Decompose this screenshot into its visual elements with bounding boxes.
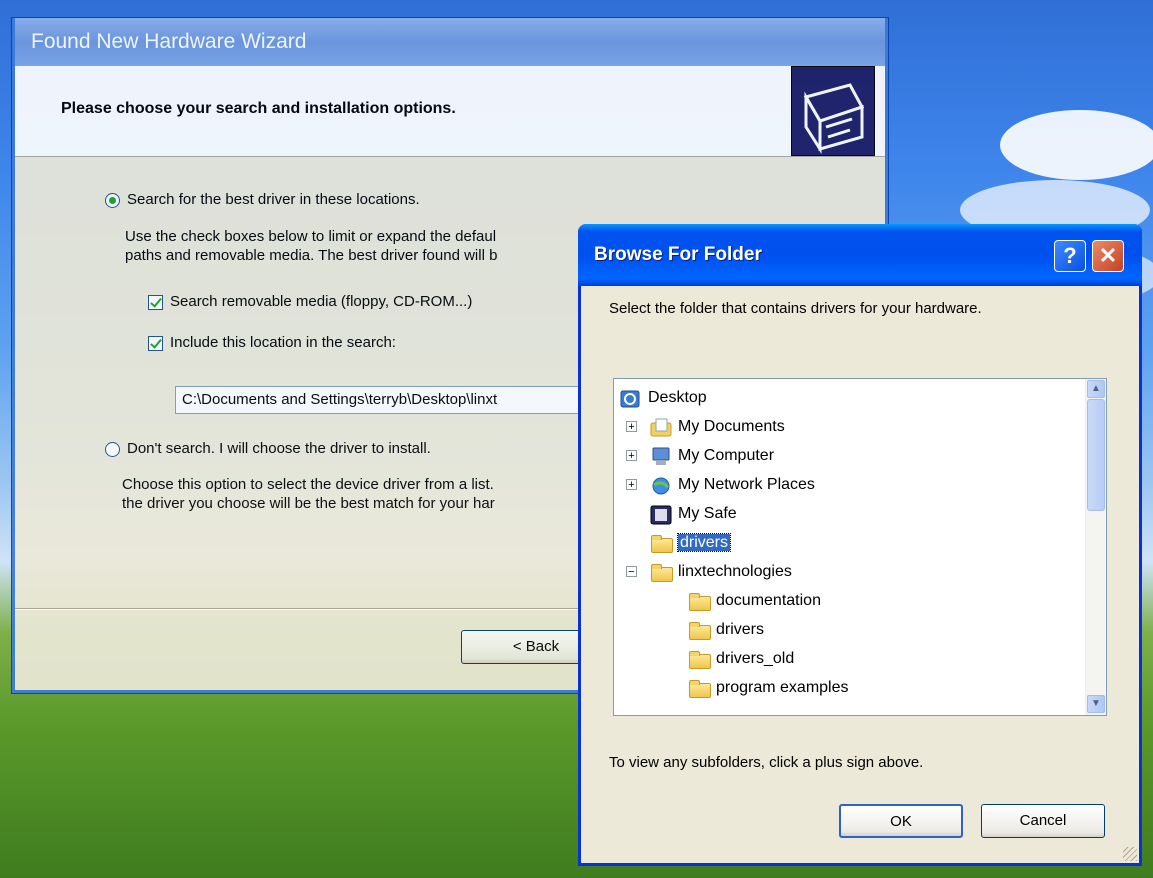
tree-scrollbar[interactable]: ▲ ▼ — [1085, 379, 1106, 715]
network-places-icon — [650, 476, 672, 495]
my-computer-icon — [650, 447, 672, 465]
wizard-header: Please choose your search and installati… — [15, 66, 885, 157]
cloud — [1000, 110, 1153, 180]
safe-icon — [650, 505, 672, 525]
include-location-label[interactable]: Include this location in the search: — [170, 334, 396, 351]
my-documents-icon — [650, 418, 672, 437]
dont-search-description-line2: the driver you choose will be the best m… — [122, 495, 495, 512]
folder-open-icon — [650, 563, 673, 582]
browse-title: Browse For Folder — [594, 244, 762, 265]
tree-item-program-examples[interactable]: program examples — [688, 675, 849, 701]
removable-media-checkbox[interactable] — [148, 295, 163, 310]
browse-title-bar[interactable]: Browse For Folder ? ✕ — [578, 224, 1142, 286]
tree-item-label: drivers — [676, 533, 732, 552]
search-locations-label[interactable]: Search for the best driver in these loca… — [127, 191, 420, 208]
folder-open-icon — [650, 534, 673, 553]
expand-plus-icon[interactable]: + — [626, 421, 637, 433]
tree-item-label: drivers_old — [716, 650, 795, 667]
tree-item-drivers-old[interactable]: drivers_old — [688, 646, 794, 672]
tree-item-drivers-selected[interactable]: drivers — [650, 530, 732, 556]
removable-media-label[interactable]: Search removable media (floppy, CD-ROM..… — [170, 293, 472, 310]
cancel-button[interactable]: Cancel — [981, 804, 1105, 838]
wizard-heading: Please choose your search and installati… — [61, 100, 456, 117]
hardware-icon — [791, 66, 875, 156]
subfolder-hint: To view any subfolders, click a plus sig… — [609, 754, 924, 771]
collapse-minus-icon[interactable]: − — [626, 566, 637, 578]
help-button[interactable]: ? — [1054, 240, 1086, 272]
expand-plus-icon[interactable]: + — [626, 479, 637, 491]
desktop-icon — [620, 389, 642, 408]
wizard-title: Found New Hardware Wizard — [15, 18, 885, 66]
browse-for-folder-dialog: Browse For Folder ? ✕ Select the folder … — [578, 224, 1142, 866]
dont-search-description-line1: Choose this option to select the device … — [122, 476, 494, 493]
resize-grip[interactable] — [1123, 847, 1137, 861]
tree-item-label: My Documents — [678, 418, 785, 435]
tree-item-linxtechnologies[interactable]: linxtechnologies — [650, 559, 792, 585]
scroll-up-icon[interactable]: ▲ — [1087, 380, 1105, 398]
search-locations-radio[interactable] — [105, 193, 120, 208]
close-button[interactable]: ✕ — [1092, 240, 1124, 272]
tree-item-label: Desktop — [648, 389, 707, 406]
tree-item-label: documentation — [716, 592, 821, 609]
expand-plus-icon[interactable]: + — [626, 450, 637, 462]
search-description-line2: paths and removable media. The best driv… — [125, 247, 498, 264]
scroll-thumb[interactable] — [1087, 399, 1105, 511]
include-location-checkbox[interactable] — [148, 336, 163, 351]
browse-prompt: Select the folder that contains drivers … — [609, 300, 982, 317]
tree-item-label: linxtechnologies — [678, 563, 792, 580]
tree-item-label: My Computer — [678, 447, 775, 464]
tree-item-label: My Network Places — [678, 476, 815, 493]
folder-icon — [688, 592, 711, 611]
tree-item-my-network-places[interactable]: My Network Places — [650, 472, 815, 498]
ok-button[interactable]: OK — [839, 804, 963, 838]
tree-item-desktop[interactable]: Desktop — [620, 385, 707, 411]
dont-search-label[interactable]: Don't search. I will choose the driver t… — [127, 440, 431, 457]
folder-icon — [688, 621, 711, 640]
search-description-line1: Use the check boxes below to limit or ex… — [125, 228, 497, 245]
folder-icon — [688, 650, 711, 669]
dont-search-radio[interactable] — [105, 442, 120, 457]
folder-tree[interactable]: Desktop + My Documents + My Computer + M… — [613, 378, 1107, 716]
tree-item-label: drivers — [716, 621, 765, 638]
tree-item-my-safe[interactable]: My Safe — [650, 501, 737, 527]
scroll-down-icon[interactable]: ▼ — [1087, 695, 1105, 713]
tree-item-documentation[interactable]: documentation — [688, 588, 821, 614]
tree-item-label: My Safe — [678, 505, 737, 522]
tree-item-label: program examples — [716, 679, 849, 696]
tree-item-my-documents[interactable]: My Documents — [650, 414, 785, 440]
tree-item-drivers[interactable]: drivers — [688, 617, 764, 643]
folder-icon — [688, 679, 711, 698]
tree-item-my-computer[interactable]: My Computer — [650, 443, 774, 469]
